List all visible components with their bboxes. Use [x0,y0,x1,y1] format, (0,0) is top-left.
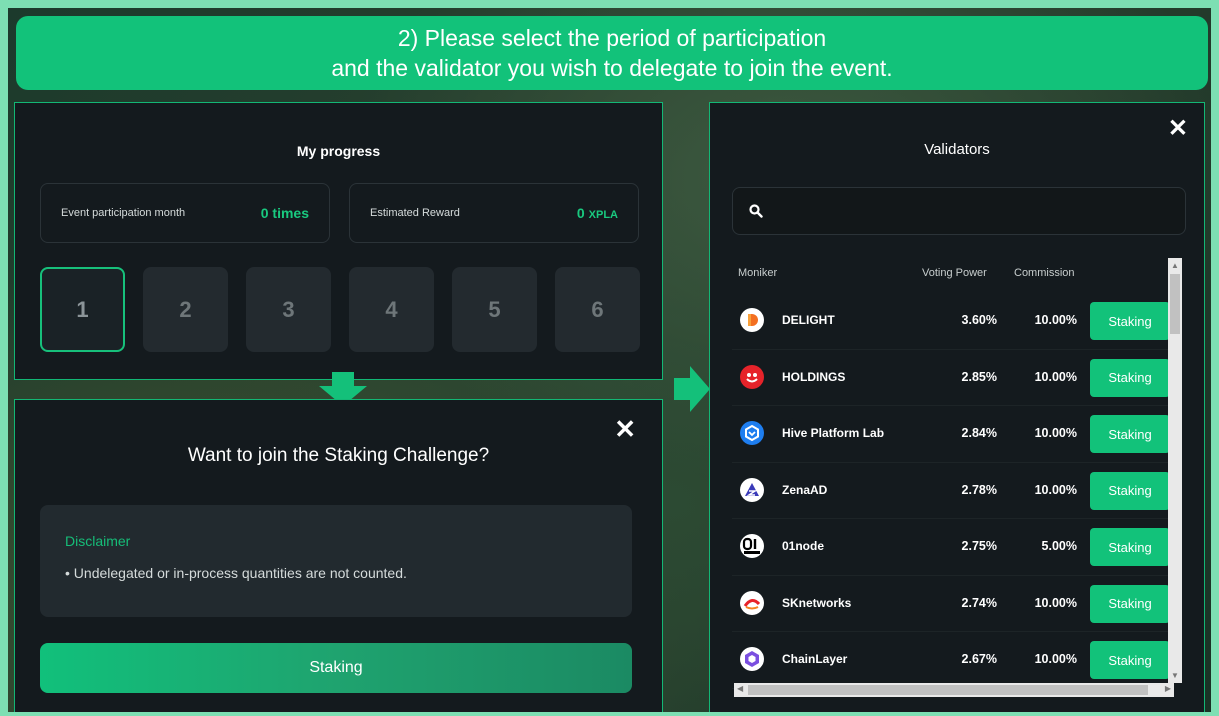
my-progress-panel: My progress Event participation month 0 … [14,102,663,380]
column-voting-power: Voting Power [922,267,987,279]
column-moniker: Moniker [738,267,778,279]
voting-power: 2.78% [961,482,997,497]
scroll-left-icon[interactable]: ◀ [737,684,743,693]
validator-moniker: Hive Platform Lab [782,426,885,440]
reward-label: Estimated Reward [370,207,460,219]
participation-label: Event participation month [61,207,186,219]
voting-power: 3.60% [961,313,997,327]
table-row: Hive Platform Lab 2.84% 10.00% Staking [732,406,1172,463]
chainlayer-logo-icon [740,647,764,671]
table-row: DELIGHT 3.60% 10.00% Staking [732,293,1172,350]
column-commission: Commission [1014,267,1075,279]
month-5-button[interactable]: 5 [452,267,537,352]
staking-button-holdings[interactable]: Staking [1090,358,1170,397]
banner-line-2: and the validator you wish to delegate t… [331,55,893,81]
participation-value: 0 times [260,205,309,221]
commission: 10.00% [1034,313,1077,327]
validator-moniker: ZenaAD [782,482,828,497]
month-selector: 1 2 3 4 5 6 [40,267,640,352]
zenaad-logo-icon [740,477,764,502]
validator-moniker: 01node [782,539,825,553]
horizontal-scrollbar[interactable]: ◀ ▶ [734,683,1174,697]
validator-moniker: SKnetworks [782,595,852,610]
search-icon [749,204,763,218]
commission: 10.00% [1034,426,1077,440]
voting-power: 2.75% [961,539,997,553]
commission: 5.00% [1041,539,1077,553]
month-2-button[interactable]: 2 [143,267,228,352]
commission: 10.00% [1034,482,1077,497]
delight-logo-icon [740,308,764,332]
staking-button[interactable]: Staking [40,643,632,693]
participation-stat: Event participation month 0 times [40,183,330,243]
vertical-scrollbar[interactable]: ▲ ▼ [1168,258,1182,683]
close-icon[interactable]: ✕ [1168,117,1188,141]
month-6-button[interactable]: 6 [555,267,640,352]
join-challenge-dialog: ✕ Want to join the Staking Challenge? Di… [14,399,663,714]
banner-line-1: 2) Please select the period of participa… [397,25,827,51]
table-row: 01node 2.75% 5.00% Staking [732,519,1172,576]
staking-button-chainlayer[interactable]: Staking [1090,641,1170,679]
progress-title: My progress [296,143,381,159]
holdings-logo-icon [740,364,764,389]
commission: 10.00% [1034,652,1077,666]
disclaimer-text: • Undelegated or in-process quantities a… [65,565,407,581]
reward-value: 0 XPLA [576,205,618,221]
scroll-up-icon[interactable]: ▲ [1171,261,1179,270]
staking-button-delight[interactable]: Staking [1090,302,1170,340]
validators-title: Validators [924,141,990,158]
voting-power: 2.74% [961,595,997,610]
voting-power: 2.67% [961,652,997,666]
staking-button-zenaad[interactable]: Staking [1090,471,1170,510]
table-row: ChainLayer 2.67% 10.00% Staking [732,632,1172,689]
voting-power: 2.85% [961,369,997,384]
staking-button-hive[interactable]: Staking [1090,415,1170,453]
month-3-button[interactable]: 3 [246,267,331,352]
instruction-banner: 2) Please select the period of participa… [16,16,1208,90]
search-box [732,187,1186,235]
disclaimer-title: Disclaimer [65,533,131,549]
validator-moniker: HOLDINGS [782,369,846,384]
validator-list: DELIGHT 3.60% 10.00% Staking HOLDINGS 2.… [732,293,1172,689]
voting-power: 2.84% [961,426,997,440]
table-row: HOLDINGS 2.85% 10.00% Staking [732,350,1172,406]
join-title: Want to join the Staking Challenge? [187,445,490,466]
commission: 10.00% [1034,369,1077,384]
commission: 10.00% [1034,595,1077,610]
validator-moniker: DELIGHT [782,313,835,327]
scroll-down-icon[interactable]: ▼ [1171,671,1179,680]
disclaimer-box: Disclaimer • Undelegated or in-process q… [40,505,632,617]
staking-button-01node[interactable]: Staking [1090,528,1170,566]
validators-dialog: ✕ Validators Moniker Voting Power Commis… [709,102,1205,714]
month-1-button[interactable]: 1 [40,267,125,352]
table-row: SKnetworks 2.74% 10.00% Staking [732,576,1172,632]
close-icon[interactable]: ✕ [614,416,636,442]
reward-stat: Estimated Reward 0 XPLA [349,183,639,243]
01node-logo-icon [740,534,764,558]
validator-moniker: ChainLayer [782,652,848,666]
hive-logo-icon [740,421,764,445]
staking-button-sknetworks[interactable]: Staking [1090,584,1170,623]
table-row: ZenaAD 2.78% 10.00% Staking [732,463,1172,519]
reward-unit: XPLA [588,209,618,221]
scroll-thumb[interactable] [1170,274,1180,334]
month-4-button[interactable]: 4 [349,267,434,352]
sknetworks-logo-icon [740,590,764,615]
search-input[interactable] [773,203,1185,219]
scroll-thumb[interactable] [748,685,1148,695]
scroll-right-icon[interactable]: ▶ [1165,684,1171,693]
